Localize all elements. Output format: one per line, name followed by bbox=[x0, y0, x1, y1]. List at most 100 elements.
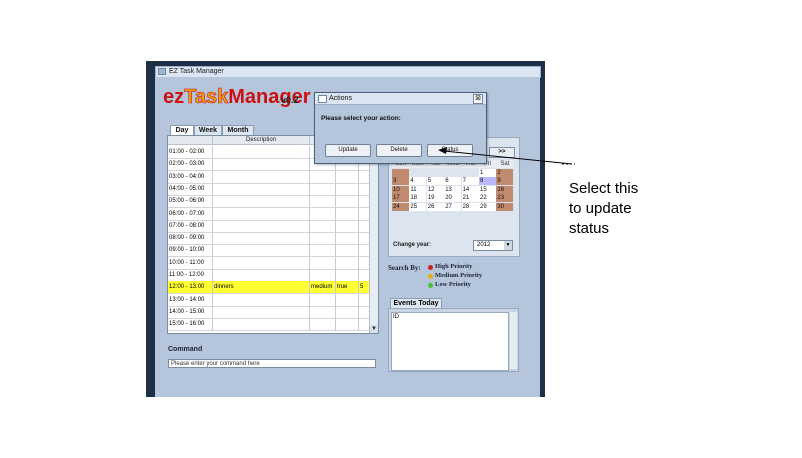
cell-divider bbox=[309, 305, 310, 318]
dialog-title-bar[interactable]: Actions ⊠ bbox=[315, 93, 486, 105]
row-time: 13:00 - 14:00 bbox=[169, 296, 205, 303]
calendar-day[interactable]: 23 bbox=[496, 194, 514, 203]
row-priority: medium bbox=[311, 284, 333, 291]
table-row[interactable]: 15:00 - 16:00 bbox=[168, 318, 370, 332]
calendar-day[interactable]: 18 bbox=[409, 194, 427, 203]
calendar-day[interactable]: 11 bbox=[409, 185, 427, 194]
cell-divider bbox=[309, 195, 310, 208]
calendar-day[interactable]: 26 bbox=[426, 203, 444, 211]
schedule-scrollbar[interactable]: ▼ bbox=[369, 136, 378, 333]
search-by-label: Search By: bbox=[388, 264, 421, 272]
calendar-day[interactable]: 28 bbox=[461, 203, 479, 211]
cell-divider bbox=[212, 318, 213, 331]
command-label: Command bbox=[168, 346, 203, 353]
table-row[interactable]: 09:00 - 10:00 bbox=[168, 244, 370, 258]
calendar-day[interactable]: 17 bbox=[392, 194, 409, 203]
cell-divider bbox=[335, 207, 336, 220]
table-row[interactable]: 06:00 - 07:00 bbox=[168, 207, 370, 221]
calendar-day[interactable]: 7 bbox=[461, 177, 479, 186]
calendar-day[interactable]: 3 bbox=[392, 177, 409, 186]
cell-divider bbox=[358, 256, 359, 269]
row-status: true bbox=[337, 284, 348, 291]
table-row[interactable]: 12:00 - 13:00 dinners medium true 5 bbox=[168, 281, 370, 295]
row-status bbox=[337, 306, 358, 318]
calendar-day[interactable]: 25 bbox=[409, 203, 427, 211]
table-row[interactable]: 11:00 - 12:00 bbox=[168, 269, 370, 282]
calendar-day[interactable]: 14 bbox=[461, 185, 479, 194]
calendar-day[interactable]: 24 bbox=[392, 203, 409, 211]
table-row[interactable]: 10:00 - 11:00 bbox=[168, 256, 370, 270]
dropdown-arrow-icon[interactable]: ▼ bbox=[504, 241, 512, 250]
table-row[interactable]: 03:00 - 04:00 bbox=[168, 170, 370, 184]
medium-priority-option[interactable]: Medium Priority bbox=[435, 272, 482, 279]
calendar-day[interactable]: 29 bbox=[479, 203, 496, 211]
row-id bbox=[360, 269, 369, 281]
calendar-day[interactable]: 12 bbox=[426, 185, 444, 194]
calendar-day[interactable]: 5 bbox=[426, 177, 444, 186]
table-row[interactable]: 13:00 - 14:00 bbox=[168, 293, 370, 307]
scroll-down-arrow-icon[interactable]: ▼ bbox=[370, 325, 378, 333]
calendar-day[interactable]: 30 bbox=[496, 203, 514, 211]
calendar-day[interactable]: 9 bbox=[496, 177, 514, 186]
row-priority bbox=[311, 208, 335, 220]
calendar-day[interactable]: 6 bbox=[444, 177, 462, 186]
change-year-label: Change year: bbox=[393, 242, 432, 248]
app-icon bbox=[158, 68, 166, 75]
cell-divider bbox=[212, 195, 213, 208]
delete-button[interactable]: Delete bbox=[376, 144, 422, 157]
calendar-day[interactable]: 10 bbox=[392, 185, 409, 194]
cell-divider bbox=[358, 219, 359, 232]
row-priority bbox=[311, 183, 335, 195]
calendar-day[interactable]: 20 bbox=[444, 194, 462, 203]
cell-divider bbox=[212, 281, 213, 294]
row-time: 02:00 - 03:00 bbox=[169, 161, 205, 168]
table-row[interactable]: 05:00 - 06:00 bbox=[168, 195, 370, 209]
cell-divider bbox=[309, 219, 310, 232]
calendar-day[interactable]: 22 bbox=[479, 194, 496, 203]
cell-divider bbox=[309, 244, 310, 257]
row-status bbox=[337, 208, 358, 220]
cell-divider bbox=[335, 281, 336, 294]
row-status bbox=[337, 257, 358, 269]
low-priority-option[interactable]: Low Priority bbox=[435, 281, 471, 288]
row-description bbox=[214, 158, 309, 170]
calendar-day[interactable]: 4 bbox=[409, 177, 427, 186]
cell-divider bbox=[335, 219, 336, 232]
row-description bbox=[214, 208, 309, 220]
year-value: 2012 bbox=[477, 242, 491, 248]
cell-divider bbox=[212, 182, 213, 195]
row-priority bbox=[311, 294, 335, 306]
row-status bbox=[337, 232, 358, 244]
cell-divider bbox=[335, 244, 336, 257]
row-id bbox=[360, 220, 369, 232]
calendar-day[interactable]: 27 bbox=[444, 203, 462, 211]
column-header-time bbox=[168, 136, 213, 145]
calendar-day[interactable]: 16 bbox=[496, 185, 514, 194]
table-row[interactable]: 14:00 - 15:00 bbox=[168, 305, 370, 319]
row-description bbox=[214, 244, 309, 256]
cell-divider bbox=[212, 244, 213, 257]
row-description bbox=[214, 294, 309, 306]
calendar-day[interactable]: 8 bbox=[479, 177, 496, 186]
calendar-day[interactable]: 21 bbox=[461, 194, 479, 203]
events-scrollbar[interactable] bbox=[510, 312, 517, 369]
command-input[interactable]: Please enter your command here bbox=[168, 359, 376, 368]
close-icon[interactable]: ⊠ bbox=[473, 94, 483, 104]
cell-divider bbox=[212, 158, 213, 171]
calendar-day[interactable]: 19 bbox=[426, 194, 444, 203]
row-id bbox=[360, 244, 369, 256]
calendar-day[interactable]: 15 bbox=[479, 185, 496, 194]
update-button[interactable]: Update bbox=[325, 144, 371, 157]
window-title: EZ Task Manager bbox=[169, 68, 224, 75]
calendar-day[interactable]: 13 bbox=[444, 185, 462, 194]
year-select[interactable]: 2012 ▼ bbox=[473, 240, 513, 251]
table-row[interactable]: 07:00 - 08:00 bbox=[168, 219, 370, 233]
events-list: ID bbox=[391, 312, 509, 371]
high-priority-option[interactable]: High Priority bbox=[435, 263, 472, 270]
high-priority-dot-icon bbox=[428, 265, 433, 270]
row-id bbox=[360, 306, 369, 318]
row-id bbox=[360, 232, 369, 244]
row-status bbox=[337, 294, 358, 306]
table-row[interactable]: 08:00 - 09:00 bbox=[168, 232, 370, 246]
table-row[interactable]: 04:00 - 05:00 bbox=[168, 182, 370, 196]
